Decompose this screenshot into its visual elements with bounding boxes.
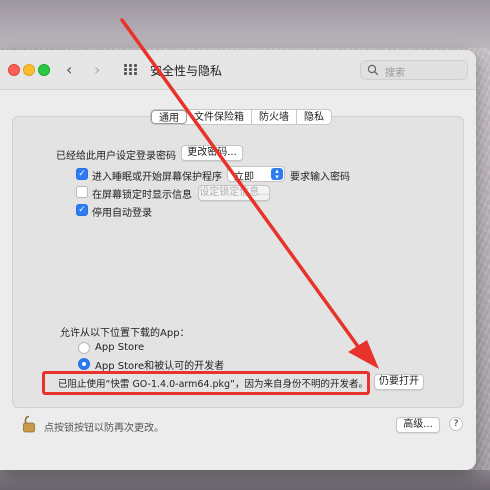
annotation-arrow xyxy=(120,18,379,369)
